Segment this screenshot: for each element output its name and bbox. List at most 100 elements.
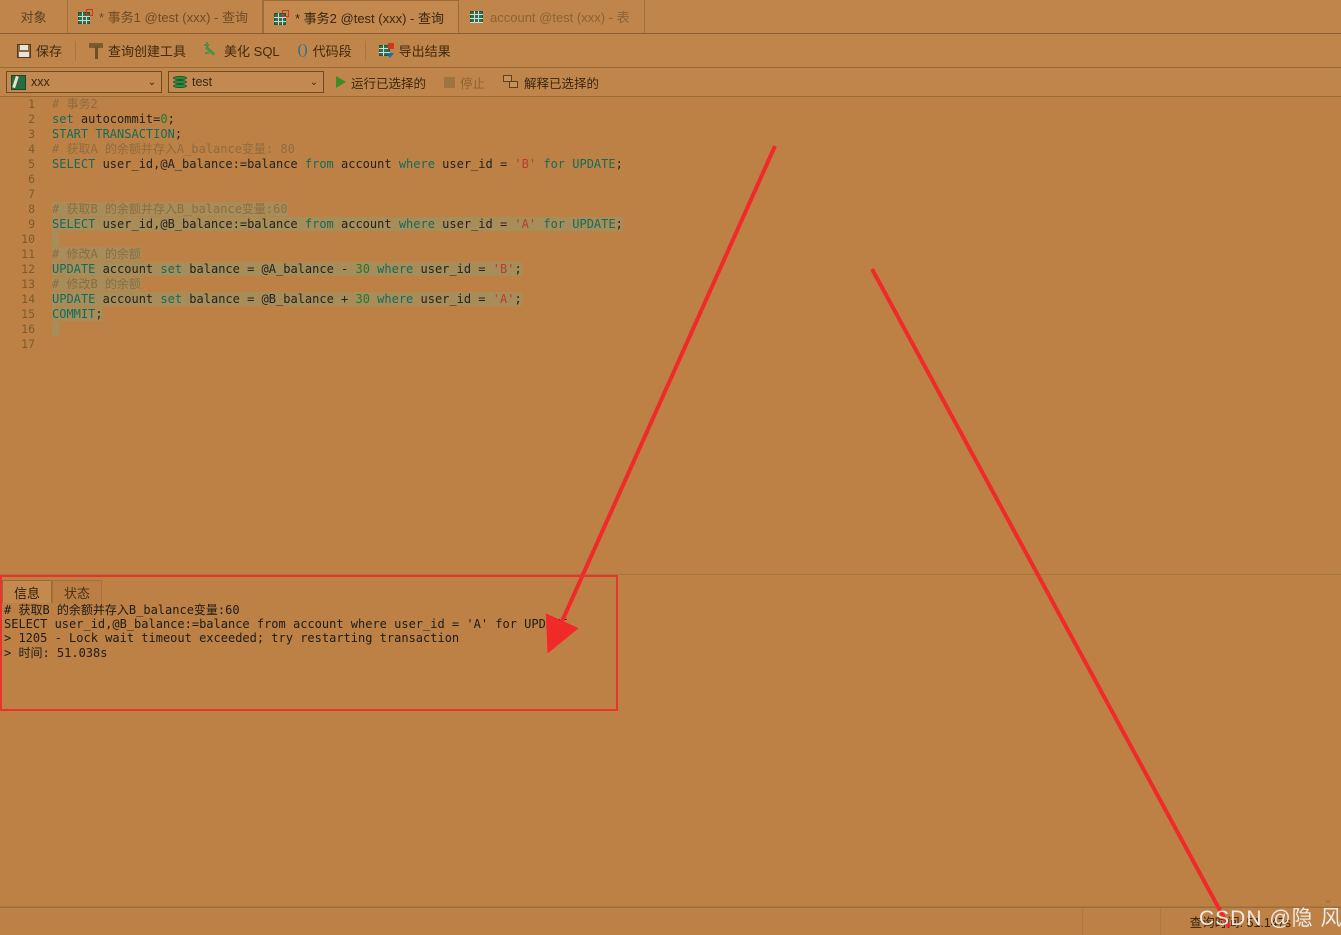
tab-transaction-1[interactable]: * 事务1 @test (xxx) - 查询 [68, 0, 263, 33]
toolbar-divider [75, 40, 77, 61]
code-line [44, 322, 1341, 337]
tab-label: * 事务1 @test (xxx) - 查询 [99, 10, 248, 25]
tab-account-table[interactable]: account @test (xxx) - 表 [459, 0, 645, 33]
stop-button[interactable]: 停止 [438, 73, 491, 92]
line-number: 10 [21, 232, 35, 246]
objects-tab-label: 对象 [20, 10, 47, 25]
query-toolbar: 保存 查询创建工具 美化 SQL () 代码段 导出结果 [0, 34, 1341, 68]
tab-information[interactable]: 信息 [2, 580, 53, 603]
run-selected-label: 运行已选择的 [351, 76, 427, 91]
tab-transaction-2[interactable]: * 事务2 @test (xxx) - 查询 [263, 0, 459, 33]
chevron-down-icon: ⌄ [147, 76, 157, 88]
status-cell-left [0, 907, 1083, 935]
line-number: 8 [28, 202, 35, 216]
tab-status[interactable]: 状态 [52, 580, 103, 603]
line-number: 14 [21, 292, 35, 306]
export-icon [378, 43, 394, 58]
explain-icon [503, 75, 519, 89]
line-number: 12 [21, 262, 35, 276]
tab-label: account @test (xxx) - 表 [490, 10, 630, 25]
navicat-query-window: 对象 * 事务1 @test (xxx) - 查询 * 事务2 @test (x… [0, 0, 1341, 935]
chevron-down-icon: ⌄ [309, 76, 319, 88]
beautify-sql-label: 美化 SQL [224, 44, 280, 59]
watermark: CSDN @隐 风 [1199, 907, 1341, 930]
parentheses-icon: () [297, 42, 308, 58]
run-selected-button[interactable]: 运行已选择的 [330, 73, 432, 92]
result-panel: 信息 状态 # 获取B 的余额并存入B_balance变量:60 SELECT … [0, 574, 1341, 892]
save-icon [17, 43, 31, 58]
export-result-label: 导出结果 [398, 44, 451, 59]
connection-value: xxx [31, 75, 50, 89]
database-value: test [192, 75, 213, 89]
database-select[interactable]: test ⌄ [168, 71, 324, 93]
query-builder-icon [89, 42, 104, 59]
export-result-button[interactable]: 导出结果 [370, 38, 460, 64]
tab-label: 信息 [14, 585, 41, 601]
database-icon [173, 75, 187, 90]
code-line: # 修改B 的余额 [52, 277, 141, 291]
connection-select[interactable]: xxx ⌄ [6, 71, 162, 93]
play-icon [336, 76, 346, 88]
code-line: # 获取B 的余额并存入B_balance变量:60 [52, 202, 288, 216]
tab-label: 状态 [64, 585, 91, 601]
stop-label: 停止 [460, 76, 486, 91]
stop-icon [444, 76, 456, 88]
connection-toolbar: xxx ⌄ test ⌄ 运行已选择的 停止 解释已选择的 [0, 68, 1341, 97]
code-line: set autocommit=0; [52, 112, 175, 126]
code-line [44, 232, 1341, 247]
line-number: 4 [28, 142, 35, 156]
code-line: # 修改A 的余额 [52, 247, 141, 261]
sql-editor[interactable]: 1 2 3 4 5 6 7 8 9 10 11 12 13 14 15 16 1… [0, 97, 1341, 574]
line-number: 9 [28, 217, 35, 231]
code-line: UPDATE account set balance = @B_balance … [52, 292, 522, 306]
code-line: SELECT user_id,@B_balance:=balance from … [52, 217, 623, 231]
connection-icon [11, 74, 26, 90]
save-label: 保存 [36, 44, 63, 59]
code-line: UPDATE account set balance = @A_balance … [52, 262, 522, 276]
explain-selected-button[interactable]: 解释已选择的 [497, 73, 605, 92]
status-cell-middle [1083, 907, 1161, 935]
query-builder-button[interactable]: 查询创建工具 [80, 38, 195, 64]
line-number: 7 [28, 187, 35, 201]
code-line: # 获取A 的余额并存入A_balance变量: 80 [52, 142, 295, 156]
code-line: SELECT user_id,@A_balance:=balance from … [52, 157, 623, 171]
line-number: 13 [21, 277, 35, 291]
code-line: COMMIT; [52, 307, 103, 321]
code-snippet-button[interactable]: () 代码段 [289, 38, 361, 64]
window-tab-bar: 对象 * 事务1 @test (xxx) - 查询 * 事务2 @test (x… [0, 0, 1341, 34]
query-grid-icon [274, 9, 289, 25]
line-number: 5 [28, 157, 35, 171]
output-line: SELECT user_id,@B_balance:=balance from … [4, 617, 568, 632]
line-number: 11 [21, 247, 35, 261]
save-button[interactable]: 保存 [8, 38, 71, 64]
magic-wand-icon [204, 42, 219, 58]
line-number-gutter: 1 2 3 4 5 6 7 8 9 10 11 12 13 14 15 16 1… [0, 97, 44, 574]
line-number: 1 [28, 97, 35, 111]
tab-label: * 事务2 @test (xxx) - 查询 [295, 10, 444, 26]
beautify-sql-button[interactable]: 美化 SQL [195, 38, 289, 64]
query-grid-icon [78, 9, 93, 24]
objects-tab[interactable]: 对象 [0, 0, 68, 33]
query-builder-label: 查询创建工具 [108, 44, 187, 59]
toolbar-divider [364, 40, 366, 61]
output-line: > 时间: 51.038s [4, 645, 108, 660]
output-line: > 1205 - Lock wait timeout exceeded; try… [4, 631, 460, 646]
table-grid-icon [469, 9, 484, 24]
line-number: 3 [28, 127, 35, 141]
code-line: START TRANSACTION; [52, 127, 183, 141]
code-snippet-label: 代码段 [312, 44, 352, 59]
output-line: # 获取B 的余额并存入B_balance变量:60 [4, 603, 240, 617]
code-area[interactable]: # 事务2 set autocommit=0; START TRANSACTIO… [44, 97, 1341, 574]
status-bar: 查询时间: 51.147s ⌄ [0, 892, 1341, 935]
result-output[interactable]: # 获取B 的余额并存入B_balance变量:60 SELECT user_i… [0, 603, 1341, 892]
line-number: 16 [21, 322, 35, 336]
explain-selected-label: 解释已选择的 [524, 76, 600, 91]
code-line: # 事务2 [52, 97, 98, 111]
line-number: 17 [21, 337, 35, 351]
line-number: 2 [28, 112, 35, 126]
line-number: 6 [28, 172, 35, 186]
result-tab-bar: 信息 状态 [0, 579, 103, 603]
